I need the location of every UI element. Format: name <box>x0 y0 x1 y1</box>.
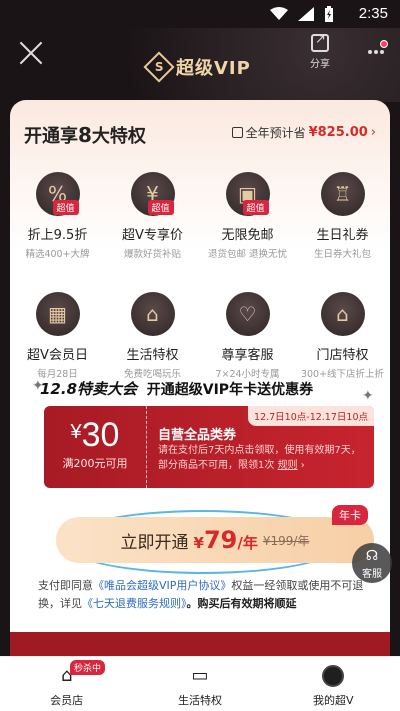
share-button[interactable]: 分享 <box>306 32 334 70</box>
card-header: 开通享8大特权 全年预计省 ¥825.00 › <box>24 122 376 147</box>
tab-my-super-v[interactable]: 我的超V <box>267 657 400 711</box>
headset-icon: ♡ <box>225 292 270 336</box>
calendar-icon: ▦ <box>35 292 80 336</box>
coupon-rules-link[interactable]: 规则 <box>278 460 298 471</box>
brand-logo-icon: S <box>143 51 175 83</box>
customer-service-label: 客服 <box>362 569 382 580</box>
price-tag-icon: ¥ 超值 <box>130 172 175 216</box>
chevron-right-icon: › <box>370 125 376 140</box>
perk-item[interactable]: ♖ 生日礼券 生日券大礼包 <box>295 172 390 278</box>
coupon-value-panel: ¥30 满200元可用 <box>44 406 147 488</box>
open-membership-button[interactable]: 立即开通 ¥79/年 ¥199/年 <box>56 517 374 563</box>
tab-life-privileges[interactable]: ▭ 生活特权 <box>133 657 266 711</box>
perk-item[interactable]: % 超值 折上9.5折 精选400+大牌 <box>10 172 105 278</box>
cake-icon: ♖ <box>320 172 365 216</box>
status-icons <box>270 6 334 22</box>
customer-service-button[interactable]: ☊ 客服 <box>352 543 392 583</box>
vip-card: 开通享8大特权 全年预计省 ¥825.00 › % 超值 折上9.5折 精选400… <box>10 100 390 655</box>
share-label: 分享 <box>310 59 330 70</box>
coupon-value: ¥30 <box>70 416 120 454</box>
discount-icon: % 超值 <box>35 172 80 216</box>
brand-title: 超级VIP <box>176 58 251 79</box>
notification-dot <box>380 40 388 48</box>
flash-sale-badge: 秒杀中 <box>70 660 106 675</box>
brand: S 超级VIP <box>143 51 251 83</box>
avatar-icon <box>322 665 345 687</box>
coupon-date-range: 12.7日10点-12.17日10点 <box>248 406 374 426</box>
close-button[interactable] <box>18 40 44 66</box>
battery-icon <box>325 6 333 22</box>
coupon-description: 请在支付后7天内点击领取，使用有效期7天，部分商品不可用，限领1次 规则 › <box>158 445 361 471</box>
savings-link[interactable]: 全年预计省 ¥825.00 › <box>231 124 376 141</box>
perk-item[interactable]: ▣ 超值 无限免邮 退货包邮 退换无忧 <box>200 172 295 278</box>
tab-member-store[interactable]: 秒杀中 ⌂ 会员店 <box>0 657 133 711</box>
perk-item[interactable]: ¥ 超值 超V专享价 爆款好货补贴 <box>105 172 200 278</box>
wifi-icon <box>270 7 288 20</box>
perks-grid: % 超值 折上9.5折 精选400+大牌 ¥ 超值 超V专享价 爆款好货补贴 ▣ 超值… <box>10 172 390 398</box>
banner-strip <box>10 632 390 656</box>
sofa-icon: ▭ <box>191 665 209 686</box>
cta-price: ¥79/年 <box>193 526 258 554</box>
cta-original-price: ¥199/年 <box>262 533 310 548</box>
chevron-right-icon: › <box>297 460 305 471</box>
savings-label: 全年预计省 <box>245 126 306 140</box>
more-button[interactable] <box>356 38 388 70</box>
bottom-tabbar: 秒杀中 ⌂ 会员店 ▭ 生活特权 我的超V <box>0 656 400 711</box>
cta-label: 立即开通 <box>120 532 189 553</box>
status-time: 2:35 <box>358 5 388 22</box>
annual-card-badge: 年卡 <box>332 505 368 525</box>
calculator-icon <box>231 127 243 138</box>
truck-icon: ▣ 超值 <box>225 172 270 216</box>
header: S 超级VIP 分享 <box>0 28 400 102</box>
refund-rules-link[interactable]: 《七天退费服务规则》 <box>82 597 187 610</box>
coupon-title: 自营全品类券 <box>158 428 237 443</box>
savings-amount: ¥825.00 <box>308 125 368 140</box>
signal-icon <box>298 7 314 21</box>
promo-heading: 12.8特卖大会 开通超级VIP年卡送优惠券 <box>40 380 314 398</box>
shop-icon: ⌂ <box>130 292 175 336</box>
status-bar: 2:35 <box>0 0 400 28</box>
headset-icon: ☊ <box>365 548 379 564</box>
agreement-text: 支付即同意《唯品会超级VIP用户协议》权益一经领取或使用不可退换，详见《七天退费… <box>38 579 364 610</box>
coupon-card[interactable]: ¥30 满200元可用 12.7日10点-12.17日10点 自营全品类券 请在… <box>44 406 374 488</box>
store-icon: ⌂ <box>320 292 365 336</box>
coupon-min-spend: 满200元可用 <box>62 457 128 470</box>
share-icon <box>311 32 329 52</box>
more-dots-icon <box>368 50 384 54</box>
user-agreement-link[interactable]: 《唯品会超级VIP用户协议》 <box>93 579 231 592</box>
